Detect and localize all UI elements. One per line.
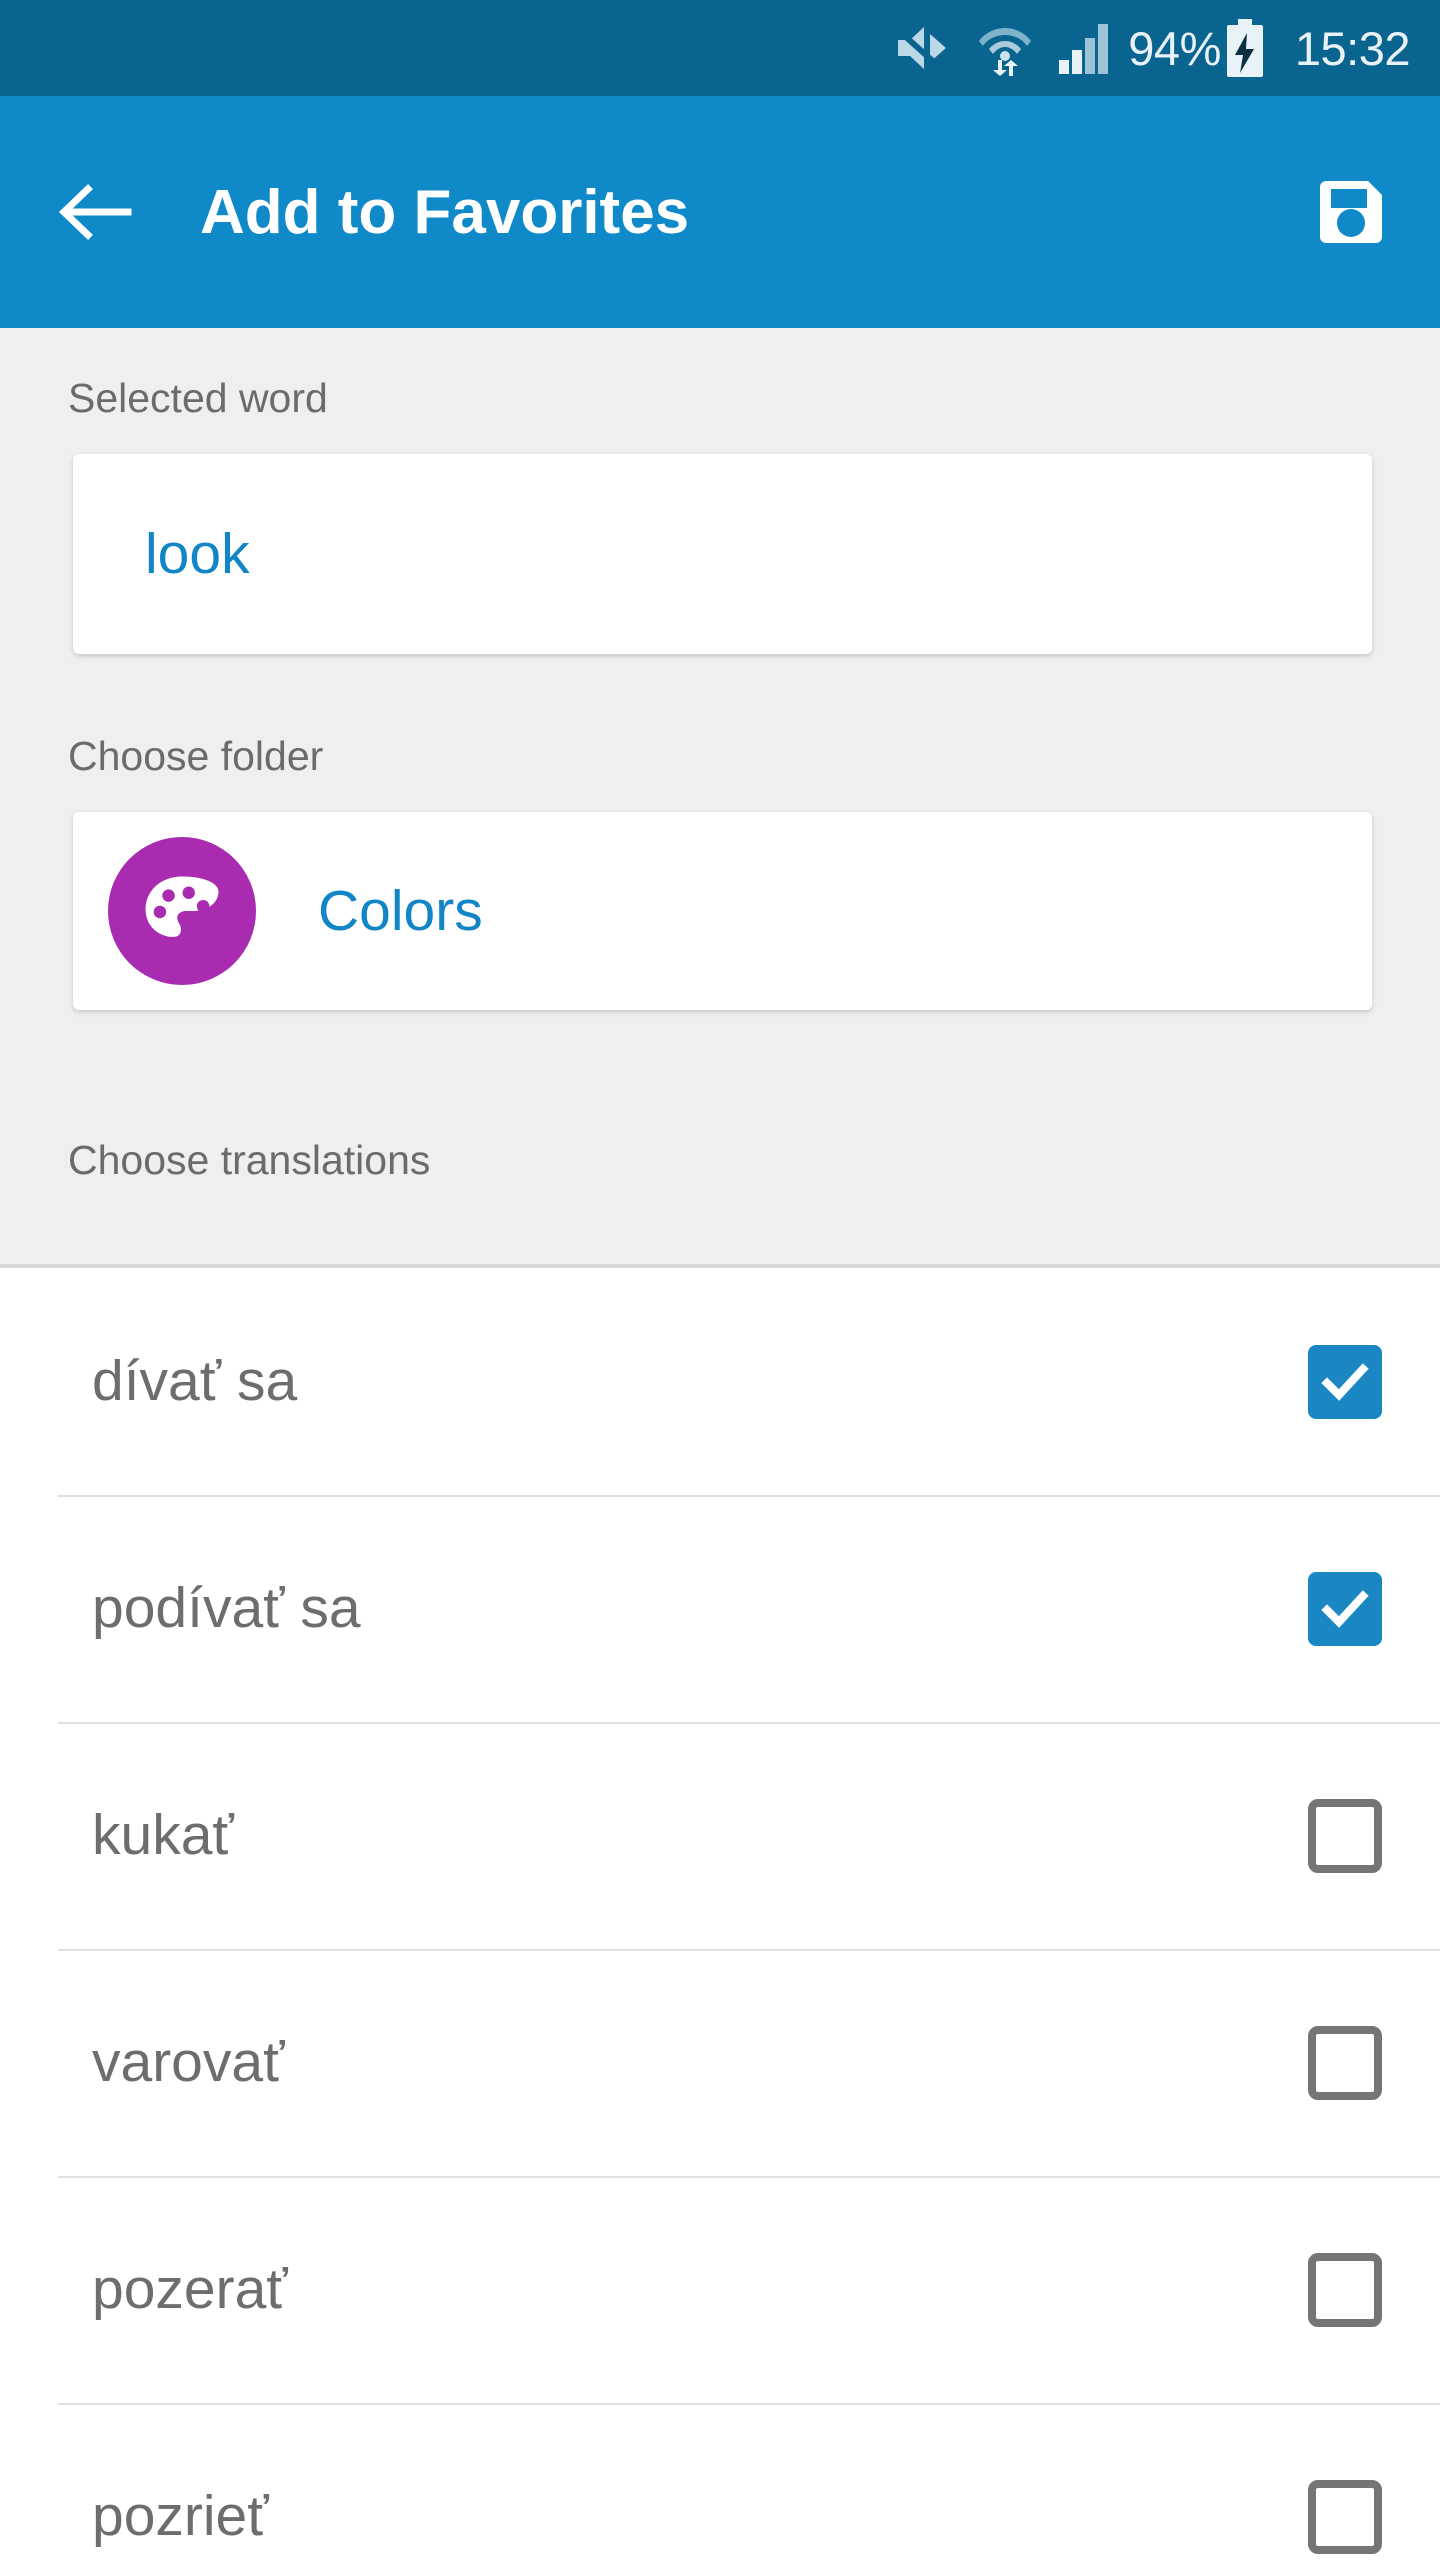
status-bar: 94% 15:32	[0, 0, 1440, 96]
translation-row[interactable]: varovať	[0, 1949, 1440, 2176]
wifi-transfer-icon	[978, 20, 1032, 76]
folder-name-label: Colors	[318, 878, 483, 943]
palette-icon	[108, 837, 256, 985]
battery-percent-label: 94%	[1128, 21, 1221, 75]
translation-row[interactable]: pozrieť	[0, 2403, 1440, 2560]
selected-word-label: Selected word	[68, 375, 328, 421]
checkbox-checked-icon[interactable]	[1308, 1571, 1382, 1646]
battery-charging-icon	[1225, 19, 1265, 77]
app-root: 94% 15:32 Add to Favorites Selected word…	[0, 0, 1440, 2560]
translation-row[interactable]: kukať	[0, 1722, 1440, 1949]
translation-label: varovať	[92, 2030, 285, 2094]
checkbox-checked-icon[interactable]	[1308, 1344, 1382, 1419]
volume-mute-icon	[894, 20, 952, 76]
choose-folder-label: Choose folder	[68, 733, 324, 779]
checkbox-unchecked-icon[interactable]	[1308, 2025, 1382, 2100]
arrow-back-icon[interactable]	[58, 175, 132, 249]
translation-label: pozrieť	[92, 2484, 269, 2548]
status-bar-clock: 15:32	[1294, 21, 1411, 75]
page-title: Add to Favorites	[200, 177, 690, 247]
app-bar: Add to Favorites	[0, 96, 1440, 328]
save-floppy-icon[interactable]	[1312, 173, 1390, 251]
form-panel: Selected word look Choose folder Colors …	[0, 328, 1440, 1268]
checkbox-unchecked-icon[interactable]	[1308, 2479, 1382, 2554]
translation-label: dívať sa	[92, 1349, 298, 1413]
checkbox-unchecked-icon[interactable]	[1308, 2252, 1382, 2327]
selected-word-value: look	[145, 521, 250, 586]
translation-label: podívať sa	[92, 1576, 361, 1640]
cellular-signal-icon	[1058, 20, 1110, 76]
translation-row[interactable]: dívať sa	[0, 1268, 1440, 1495]
translation-row[interactable]: pozerať	[0, 2176, 1440, 2403]
translation-label: kukať	[92, 1803, 234, 1867]
translations-list: dívať sa podívať sa kukať varovať pozerať poz…	[0, 1268, 1440, 2560]
translation-label: pozerať	[92, 2257, 288, 2321]
checkbox-unchecked-icon[interactable]	[1308, 1798, 1382, 1873]
translation-row[interactable]: podívať sa	[0, 1495, 1440, 1722]
choose-translations-label: Choose translations	[68, 1137, 431, 1183]
selected-word-field[interactable]: look	[73, 454, 1372, 654]
folder-selector[interactable]: Colors	[73, 812, 1372, 1010]
